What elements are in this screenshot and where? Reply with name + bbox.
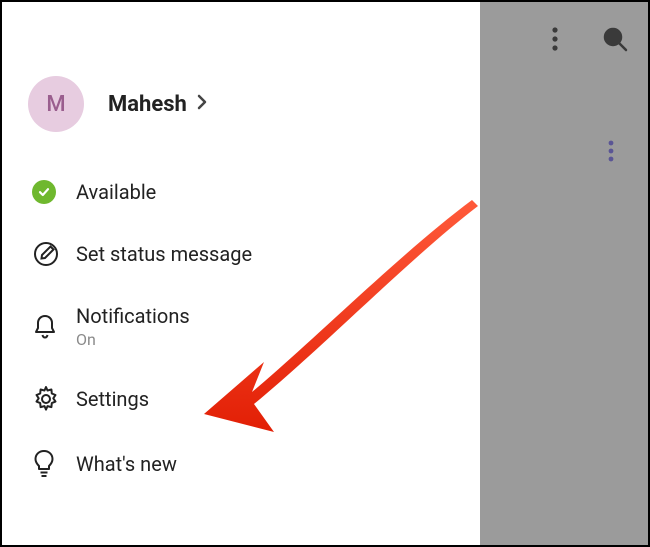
navigation-drawer: M Mahesh Available xyxy=(2,2,480,545)
notifications-label: Notifications xyxy=(76,304,190,328)
bell-icon xyxy=(32,313,76,341)
menu-item-whats-new[interactable]: What's new xyxy=(2,431,480,497)
lightbulb-icon xyxy=(32,449,76,479)
menu-item-settings[interactable]: Settings xyxy=(2,367,480,431)
app-frame: M Mahesh Available xyxy=(0,0,650,547)
search-icon[interactable] xyxy=(602,26,628,56)
gear-icon xyxy=(32,385,76,413)
notifications-sub: On xyxy=(76,330,190,349)
profile-row[interactable]: M Mahesh xyxy=(2,2,480,152)
secondary-more-icon[interactable] xyxy=(608,140,614,166)
whats-new-label: What's new xyxy=(76,452,177,476)
set-status-label: Set status message xyxy=(76,242,252,266)
top-bar-icons xyxy=(552,26,628,56)
menu-item-set-status[interactable]: Set status message xyxy=(2,222,480,286)
edit-status-icon xyxy=(32,240,76,268)
drawer-menu: Available Set status message Notificatio… xyxy=(2,152,480,497)
profile-name: Mahesh xyxy=(108,92,187,117)
background-overlay xyxy=(478,2,648,545)
chevron-right-icon xyxy=(197,94,207,115)
menu-item-status[interactable]: Available xyxy=(2,162,480,222)
status-label: Available xyxy=(76,180,156,204)
menu-item-notifications[interactable]: Notifications On xyxy=(2,286,480,367)
avatar: M xyxy=(28,76,84,132)
presence-available-icon xyxy=(32,180,76,204)
settings-label: Settings xyxy=(76,387,149,411)
avatar-initial: M xyxy=(46,92,65,117)
more-vertical-icon[interactable] xyxy=(552,27,558,55)
